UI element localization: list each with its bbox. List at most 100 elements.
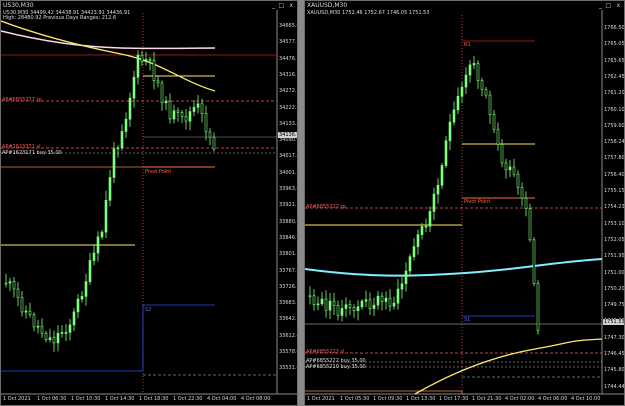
price-axis-label: 1751.00 (604, 269, 625, 276)
price-axis-label: 33921.15 (279, 202, 297, 209)
candle-body (380, 295, 384, 302)
candle-body (192, 107, 196, 112)
candle-body (48, 337, 52, 341)
candle-body (172, 110, 176, 120)
price-axis-label: 1750.20 (604, 285, 625, 292)
candle-body (532, 239, 536, 284)
candle-body (504, 162, 508, 171)
price-axis-label: 34222.60 (279, 104, 297, 111)
price-axis-label: 1763.65 (604, 57, 625, 64)
candle-body (400, 283, 404, 290)
price-axis-label: 1754.23 (604, 204, 625, 211)
candle-body (36, 325, 40, 328)
price-axis-label: 1761.20 (604, 90, 625, 97)
candle-body (420, 226, 424, 235)
candle-body (88, 260, 92, 282)
time-axis-label: 1 Oct 17:30 (439, 396, 469, 402)
candle-body (132, 76, 136, 99)
price-axis-label: 1757.80 (604, 155, 625, 162)
r-level-label: R1 (464, 42, 471, 48)
candle-body (388, 297, 392, 307)
order-label: AP#6855222 tp (306, 204, 346, 210)
candle-body (436, 184, 440, 195)
candle-body (320, 298, 324, 305)
candle-body (364, 299, 368, 302)
price-axis-label: 33767.60 (279, 267, 297, 274)
price-axis-label: 33531.00 (279, 365, 297, 372)
price-axis-label: 33880.60 (279, 218, 297, 225)
candle-body (24, 310, 28, 313)
price-axis-label: 34665.00 (279, 23, 297, 29)
candle-body (84, 281, 88, 297)
candle-body (428, 211, 432, 227)
candle-body (472, 63, 476, 66)
s-level-label: S1 (464, 317, 471, 323)
candle-body (68, 324, 72, 333)
time-axis-label: 1 Oct 09:30 (373, 396, 403, 402)
candle-body (200, 103, 204, 114)
candle-body (352, 307, 356, 312)
time-axis-label: 1 Oct 2021 (307, 396, 335, 402)
ma-yellow (414, 338, 603, 395)
candle-body (12, 281, 16, 290)
candle-body (444, 140, 448, 166)
price-axis-label: 34017.45 (279, 153, 297, 160)
price-axis-label: 1762.45 (604, 73, 625, 80)
time-axis-label: 1 Oct 10:30 (71, 396, 101, 402)
candle-body (376, 295, 380, 306)
candle-body (40, 325, 44, 334)
candle-body (28, 310, 32, 315)
price-chart[interactable] (1, 1, 298, 406)
candle-body (328, 300, 332, 311)
candle-body (124, 118, 128, 132)
price-axis-label: 1756.40 (604, 171, 625, 178)
chart-window-us30[interactable]: US30,M30 _ □ x US30,M30 34499.42 34438.9… (0, 0, 298, 406)
price-axis-label: 1747.30 (604, 334, 625, 341)
ma-cyan (305, 258, 603, 277)
price-axis-label: 1755.15 (604, 188, 625, 194)
candle-body (360, 300, 364, 308)
candle-body (448, 121, 452, 142)
price-axis-label: 34272.70 (279, 88, 297, 95)
candle-body (392, 302, 396, 307)
candle-body (112, 148, 116, 178)
chart-window-xauusd[interactable]: XAUUSD,M30 _ □ x XAUUSD,M30 1752.46 1752… (304, 0, 625, 406)
time-axis-label: 4 Oct 10:00 (571, 396, 601, 402)
current-price-box: 1751.53 (603, 319, 625, 325)
price-axis-label: 1766.50 (604, 25, 625, 31)
candle-body (316, 303, 320, 306)
price-axis-label: 33846.95 (279, 234, 297, 241)
order-label: AP#1623171 buy 35.00 (2, 150, 62, 156)
candle-body (212, 136, 216, 150)
candle-body (144, 59, 148, 62)
time-axis-label: 4 Oct 08:00 (241, 396, 271, 402)
candle-body (208, 131, 212, 138)
candle-body (516, 173, 520, 188)
ma-pink (1, 30, 216, 50)
candle-body (92, 252, 96, 261)
candle-body (104, 200, 108, 233)
candle-body (56, 332, 60, 344)
candle-body (340, 308, 344, 316)
time-axis-label: 4 Oct 06:00 (538, 396, 568, 402)
price-axis-label: 33578.05 (279, 349, 297, 355)
candle-body (384, 297, 388, 302)
candle-body (136, 54, 140, 78)
candle-body (480, 80, 484, 90)
price-axis-label: 1745.80 (604, 367, 625, 374)
candle-body (424, 225, 428, 228)
order-label: AP#6855210 buy 35.00 (306, 364, 366, 370)
order-label: AP#6855222 sl (306, 349, 345, 355)
price-axis-label: 33612.40 (279, 332, 297, 339)
price-axis-label: 34133.49 (279, 120, 297, 127)
candle-body (72, 311, 76, 326)
candle-body (188, 111, 192, 122)
candle-body (528, 208, 532, 241)
candle-body (512, 166, 516, 175)
candle-body (140, 54, 144, 62)
price-axis-label: 1758.24 (604, 139, 625, 146)
candle-body (432, 193, 436, 212)
candle-body (356, 306, 360, 312)
candle-body (440, 165, 444, 186)
time-axis-label: 1 Oct 22:30 (173, 396, 203, 402)
